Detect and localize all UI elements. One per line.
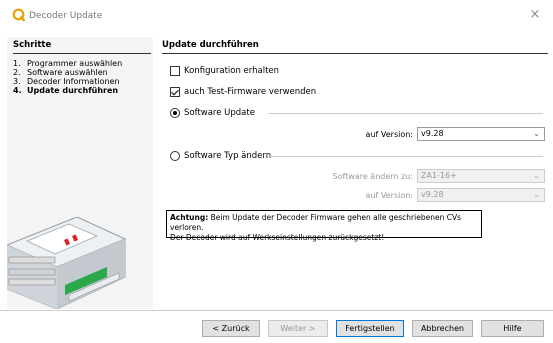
back-button[interactable]: < Zurück (202, 320, 260, 337)
chevron-down-icon: ⌄ (533, 171, 540, 180)
software-update-radio[interactable] (170, 108, 180, 118)
heading-rule (162, 53, 548, 54)
keep-config-row[interactable]: Konfiguration erhalten (170, 65, 279, 77)
close-icon: × (529, 7, 541, 22)
page-title: Update durchführen (162, 40, 259, 50)
step-item: 1. Programmer auswählen (13, 59, 123, 68)
steps-list: 1. Programmer auswählen 2. Software auswäh… (13, 59, 122, 95)
change-to-select-value: ZA1-16+ (421, 171, 457, 180)
group-divider (268, 156, 543, 157)
update-panel: Update durchführen Konfiguration erhalte… (155, 37, 551, 309)
step-item: 3. Decoder Informationen (13, 77, 120, 86)
test-firmware-checkbox[interactable] (170, 87, 180, 97)
help-button[interactable]: Hilfe (481, 320, 544, 337)
chevron-down-icon: ⌄ (533, 190, 540, 199)
software-update-row[interactable]: Software Update (170, 107, 255, 119)
test-firmware-label: auch Test-Firmware verwenden (184, 87, 317, 97)
decoder-device-image (7, 217, 127, 309)
finish-button[interactable]: Fertigstellen (336, 320, 404, 337)
warning-line1: Beim Update der Decoder Firmware gehen a… (170, 213, 461, 232)
steps-panel: Schritte 1. Programmer auswählen 2. Softwa… (7, 37, 153, 309)
version-label: auf Version: (365, 130, 413, 139)
change-type-row[interactable]: Software Typ ändern (170, 150, 271, 162)
footer-divider (0, 310, 553, 311)
keep-config-checkbox[interactable] (170, 66, 180, 76)
version-select[interactable]: v9.28 ⌄ (417, 127, 545, 141)
next-button[interactable]: Weiter > (268, 320, 328, 337)
test-firmware-row[interactable]: auch Test-Firmware verwenden (170, 86, 316, 98)
chevron-down-icon: ⌄ (533, 129, 540, 138)
q-logo-icon (12, 8, 26, 22)
type-version-select[interactable]: v9.28 ⌄ (417, 188, 545, 202)
window-title: Decoder Update (29, 11, 103, 21)
change-to-label: Software ändern zu: (332, 172, 413, 181)
close-button[interactable]: × (527, 7, 543, 23)
steps-heading: Schritte (13, 40, 52, 50)
warning-box: Achtung: Beim Update der Decoder Firmwar… (166, 210, 482, 242)
group-divider (268, 113, 543, 114)
keep-config-label: Konfiguration erhalten (184, 66, 280, 76)
type-version-label: auf Version: (365, 191, 413, 200)
step-item: 2. Software auswählen (13, 68, 108, 77)
change-type-label: Software Typ ändern (184, 151, 272, 161)
change-type-radio[interactable] (170, 151, 180, 161)
title-bar: Decoder Update × (0, 0, 553, 30)
version-select-value: v9.28 (421, 129, 444, 138)
type-version-select-value: v9.28 (421, 190, 444, 199)
step-item-current: 4. Update durchführen (13, 86, 119, 95)
steps-heading-rule (13, 53, 151, 54)
warning-line2: Der Decoder wird auf Werkseinstellungen … (170, 233, 385, 242)
software-update-label: Software Update (184, 108, 255, 118)
change-to-select[interactable]: ZA1-16+ ⌄ (417, 169, 545, 183)
cancel-button[interactable]: Abbrechen (412, 320, 473, 337)
warning-bold: Achtung: (170, 213, 209, 222)
